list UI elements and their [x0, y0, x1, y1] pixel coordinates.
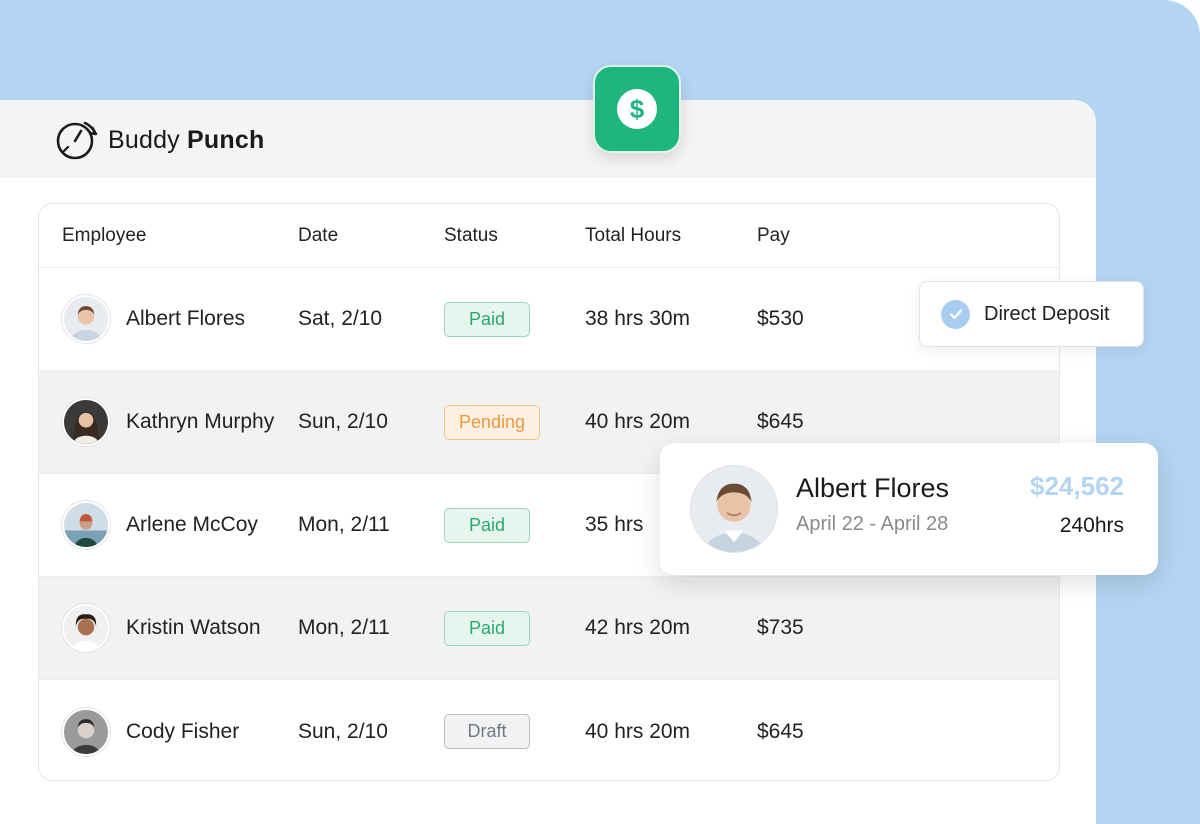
avatar [62, 604, 110, 652]
header-status[interactable]: Status [444, 225, 585, 247]
dollar-icon: $ [617, 89, 657, 129]
status-cell: Draft [444, 714, 585, 749]
check-circle-icon [941, 299, 970, 329]
employee-profile-popup[interactable]: Albert Flores April 22 - April 28 $24,56… [660, 443, 1158, 575]
stopwatch-logo-icon [56, 121, 98, 160]
employee-cell: Cody Fisher [39, 707, 298, 756]
date-cell: Sat, 2/10 [298, 307, 383, 330]
dollar-badge: $ [593, 65, 681, 153]
employee-name: Cody Fisher [126, 719, 240, 743]
profile-hours: 240hrs [1059, 514, 1124, 537]
employee-name: Kristin Watson [126, 616, 261, 639]
employee-cell: Arlene McCoy [39, 501, 298, 549]
pay-cell: $530 [757, 307, 804, 330]
pay-cell: $735 [757, 616, 804, 639]
pay-cell: $645 [757, 719, 804, 743]
header-date[interactable]: Date [298, 225, 444, 247]
employee-name: Arlene McCoy [126, 513, 258, 536]
employee-cell: Albert Flores [39, 295, 298, 343]
brand-name-bold: Punch [187, 125, 265, 154]
card-header: Buddy Punch [0, 100, 1096, 178]
date-cell: Mon, 2/11 [298, 513, 390, 536]
status-cell: Paid [444, 301, 585, 337]
brand-name-light: Buddy [108, 125, 180, 154]
status-badge: Paid [444, 507, 530, 543]
table-row[interactable]: Cody Fisher Sun, 2/10 Draft 40 hrs 20m $… [39, 680, 1059, 780]
status-badge: Draft [444, 714, 530, 749]
pay-cell: $645 [757, 410, 804, 433]
status-badge: Pending [444, 404, 541, 440]
brand-logo[interactable]: Buddy Punch [54, 118, 264, 162]
brand-name: Buddy Punch [108, 126, 264, 155]
avatar [62, 501, 110, 549]
profile-avatar [690, 465, 778, 553]
date-cell: Sun, 2/10 [298, 719, 388, 743]
dollar-symbol: $ [629, 93, 645, 124]
date-cell: Sun, 2/10 [298, 410, 388, 433]
status-cell: Paid [444, 507, 585, 543]
direct-deposit-popup[interactable]: Direct Deposit [919, 281, 1144, 347]
header-pay[interactable]: Pay [757, 225, 907, 247]
hours-cell: 42 hrs 20m [585, 616, 691, 639]
avatar [62, 398, 110, 446]
avatar [62, 295, 110, 343]
table-row[interactable]: Kristin Watson Mon, 2/11 Paid 42 hrs 20m… [39, 577, 1059, 680]
header-employee[interactable]: Employee [39, 225, 298, 247]
table-header: Employee Date Status Total Hours Pay [39, 204, 1059, 268]
status-cell: Paid [444, 610, 585, 646]
table-row[interactable]: Albert Flores Sat, 2/10 Paid 38 hrs 30m … [39, 268, 1059, 371]
profile-name: Albert Flores [796, 473, 950, 503]
employee-name: Kathryn Murphy [126, 410, 275, 433]
avatar [62, 707, 110, 756]
hours-cell: 40 hrs 20m [585, 719, 691, 743]
employee-cell: Kristin Watson [39, 604, 298, 652]
hours-cell: 38 hrs 30m [585, 307, 691, 330]
hours-cell: 40 hrs 20m [585, 410, 691, 433]
profile-amount: $24,562 [1030, 471, 1124, 501]
status-cell: Pending [444, 404, 585, 440]
status-badge: Paid [444, 301, 530, 337]
employee-name: Albert Flores [126, 307, 246, 330]
profile-date-range: April 22 - April 28 [796, 513, 949, 535]
date-cell: Mon, 2/11 [298, 616, 390, 639]
employee-cell: Kathryn Murphy [39, 398, 298, 446]
header-total-hours[interactable]: Total Hours [585, 225, 757, 247]
direct-deposit-label: Direct Deposit [984, 302, 1110, 325]
status-badge: Paid [444, 610, 530, 646]
